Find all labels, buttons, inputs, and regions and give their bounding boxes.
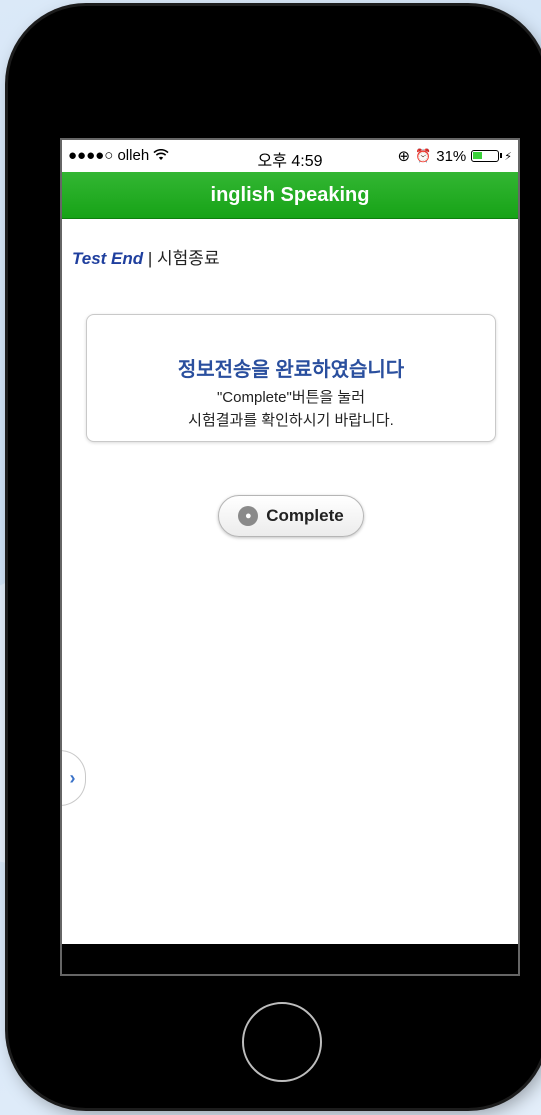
message-line-3: 시험결과를 확인하시기 바랍니다. — [188, 412, 394, 429]
chevron-right-icon: › — [69, 767, 76, 788]
page-title-english: Test End — [72, 249, 144, 268]
app-header: inglish Speaking — [62, 172, 518, 219]
rotation-lock-icon: ⊕ — [397, 148, 411, 165]
page-title: Test End | 시험종료 — [72, 244, 220, 269]
phone-frame: ●●●●○ olleh 오후 4:59 ⊕ ⏰ 31% ⚡ inglish Sp… — [8, 6, 541, 1108]
page-title-separator: | — [143, 249, 158, 268]
complete-circle-icon: ● — [238, 506, 259, 526]
battery-percent: 31% — [436, 147, 467, 165]
status-right: ⊕ ⏰ 31% ⚡ — [397, 147, 512, 166]
message-heading: 정보전송을 완료하였습니다 — [177, 359, 405, 381]
battery-icon — [471, 150, 503, 162]
status-bar: ●●●●○ olleh 오후 4:59 ⊕ ⏰ 31% ⚡ — [62, 140, 518, 172]
charging-icon: ⚡ — [504, 150, 512, 163]
side-panel-toggle[interactable]: › — [62, 750, 86, 806]
bottom-bar — [62, 944, 518, 974]
complete-button[interactable]: ● Complete — [218, 495, 364, 537]
message-card: 정보전송을 완료하였습니다 "Complete"버튼을 눌러 시험결과를 확인하… — [86, 314, 496, 442]
page-title-korean: 시험종료 — [157, 249, 220, 268]
app-screen: ●●●●○ olleh 오후 4:59 ⊕ ⏰ 31% ⚡ inglish Sp… — [60, 138, 520, 976]
home-button[interactable] — [242, 1002, 322, 1082]
complete-button-label: Complete — [266, 506, 344, 525]
message-line-2: "Complete"버튼을 눌러 — [216, 389, 365, 406]
alarm-icon: ⏰ — [415, 148, 432, 163]
